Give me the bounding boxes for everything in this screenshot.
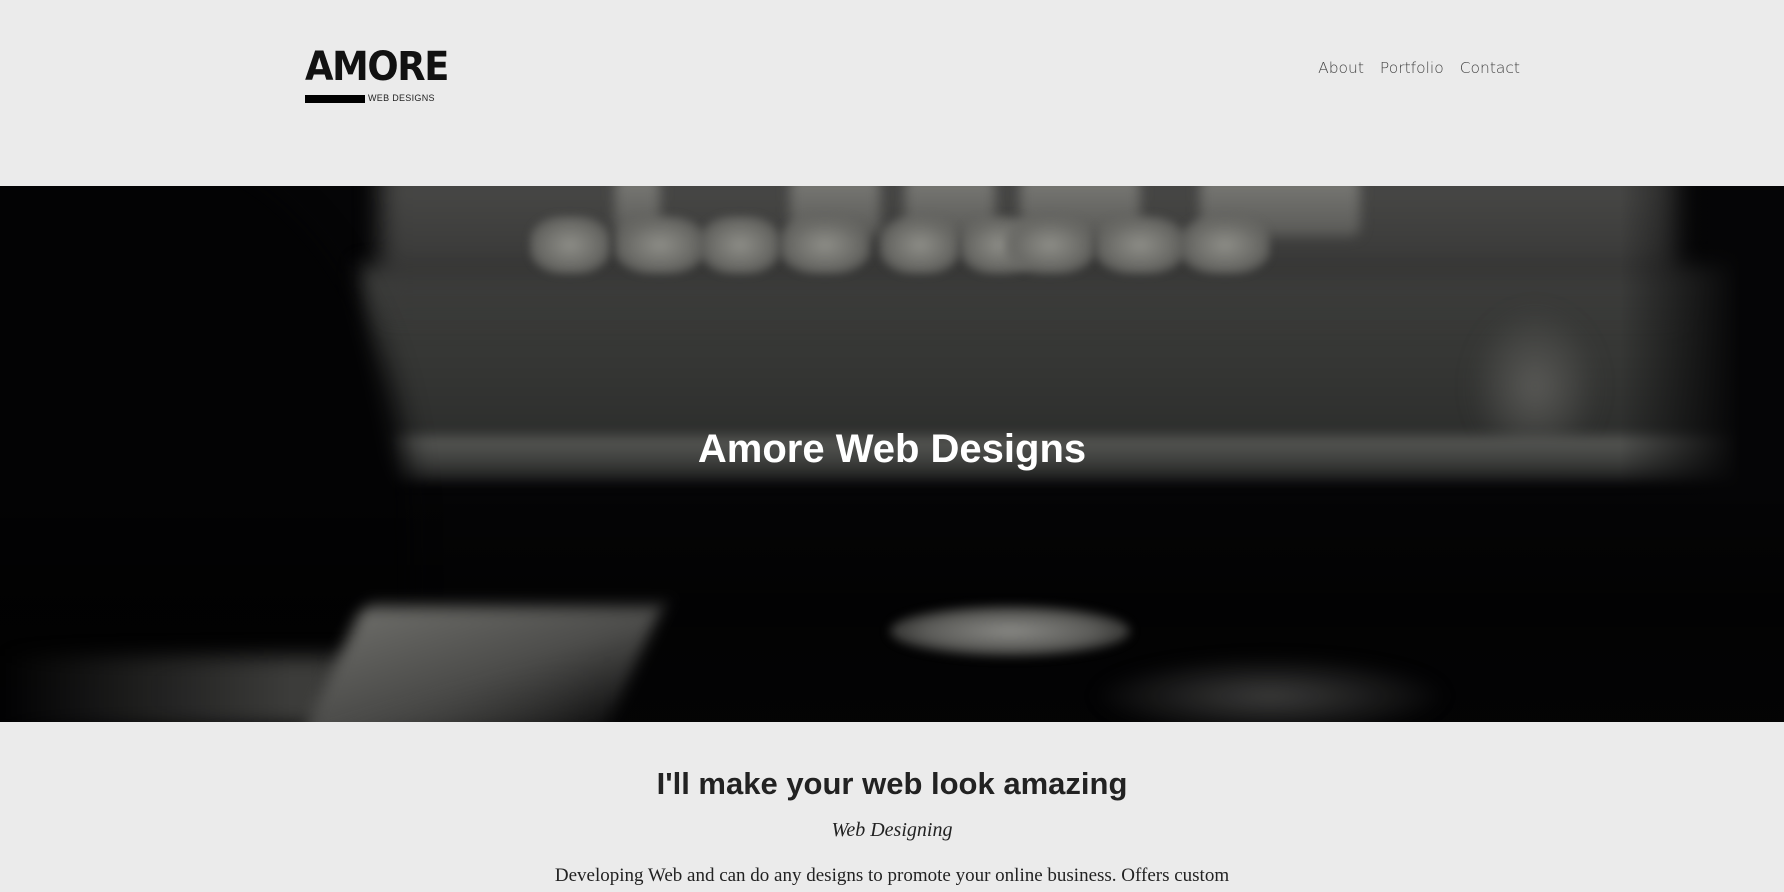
- intro-subheading: Web Designing: [831, 819, 953, 841]
- hero-banner: Amore Web Designs: [0, 186, 1784, 722]
- main-nav: About Portfolio Contact: [1318, 56, 1520, 80]
- hero-background-glow: [1090, 656, 1450, 722]
- logo-bar: [305, 95, 365, 103]
- nav-link-portfolio[interactable]: Portfolio: [1380, 56, 1444, 80]
- logo-link[interactable]: AMORE WEB DESIGNS: [305, 46, 449, 108]
- nav-link-about[interactable]: About: [1318, 56, 1364, 80]
- nav-link-contact[interactable]: Contact: [1460, 56, 1520, 80]
- intro-heading: I'll make your web look amazing: [656, 766, 1128, 801]
- hero-title: Amore Web Designs: [697, 427, 1087, 471]
- site-header: AMORE WEB DESIGNS About Portfolio Contac…: [0, 0, 1784, 186]
- logo-subtext: WEB DESIGNS: [368, 93, 435, 103]
- intro-section: I'll make your web look amazing Web Desi…: [0, 722, 1784, 892]
- hero-background-pedestal: [890, 606, 1130, 656]
- intro-body-text: Developing Web and can do any designs to…: [554, 865, 1230, 886]
- logo-wordmark: AMORE: [305, 44, 449, 90]
